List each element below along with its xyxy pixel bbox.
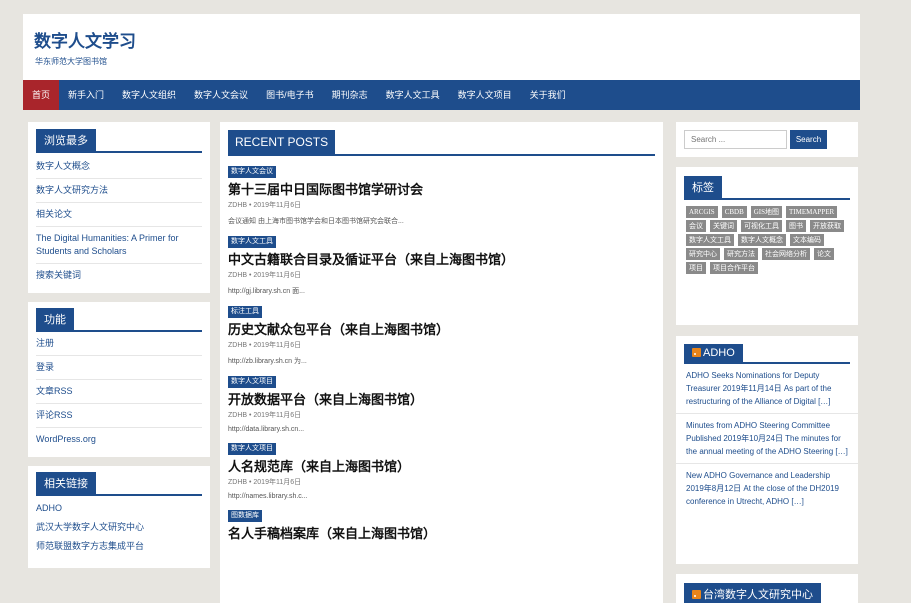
post-meta: ZDHB • 2019年11月6日 [228, 342, 302, 349]
list-item[interactable]: 武汉大学数字人文研究中心 [36, 518, 202, 537]
tag[interactable]: 项目合作平台 [710, 262, 758, 274]
nav-item-journals[interactable]: 期刊杂志 [323, 80, 377, 110]
post-category[interactable]: 数字人文会议 [228, 166, 276, 178]
widget-title: 功能 [36, 308, 74, 330]
list-item[interactable]: The Digital Humanities: A Primer for Stu… [36, 227, 202, 264]
widget-title: 浏览最多 [36, 129, 96, 151]
tag[interactable]: 关键词 [710, 220, 737, 232]
tag[interactable]: 研究中心 [686, 248, 720, 260]
post-excerpt: http://zb.library.sh.cn 为... [228, 358, 307, 365]
tag[interactable]: 会议 [686, 220, 706, 232]
post-item: 数字人文工具 中文古籍联合目录及循证平台（来自上海图书馆） ZDHB • 201… [220, 235, 663, 296]
list-item[interactable]: WordPress.org [36, 428, 202, 451]
list-item[interactable]: 数字人文研究方法 [36, 179, 202, 203]
tag-cloud: ARCGIS CBDB GIS地图 TIMEMAPPER 会议 关键词 可视化工… [676, 200, 858, 280]
nav-item-about[interactable]: 关于我们 [521, 80, 575, 110]
post-category[interactable]: 数字人文项目 [228, 376, 276, 388]
widget-divider [36, 494, 202, 496]
tag[interactable]: 论文 [814, 248, 834, 260]
list-item[interactable]: 评论RSS [36, 404, 202, 428]
nav-item-projects[interactable]: 数字人文项目 [449, 80, 521, 110]
post-meta: ZDHB • 2019年11月6日 [228, 412, 302, 419]
list-item[interactable]: 搜索关键词 [36, 264, 202, 287]
nav-item-tools[interactable]: 数字人文工具 [377, 80, 449, 110]
tag[interactable]: 图书 [786, 220, 806, 232]
site-header: 数字人文学习 华东师范大学图书馆 [23, 14, 860, 80]
tag[interactable]: 研究方法 [724, 248, 758, 260]
nav-item-beginner[interactable]: 新手入门 [59, 80, 113, 110]
post-title[interactable]: 中文古籍联合目录及循证平台（来自上海图书馆） [228, 251, 655, 268]
post-title[interactable]: 历史文献众包平台（来自上海图书馆） [228, 321, 655, 338]
widget-title: 相关链接 [36, 472, 96, 494]
post-title[interactable]: 人名规范库（来自上海图书馆） [228, 458, 655, 475]
nav-item-organizations[interactable]: 数字人文组织 [113, 80, 185, 110]
post-title[interactable]: 名人手稿档案库（来自上海图书馆） [228, 525, 655, 542]
nav-item-conferences[interactable]: 数字人文会议 [185, 80, 257, 110]
search-input[interactable] [684, 130, 787, 149]
post-category[interactable]: 标注工具 [228, 306, 262, 318]
widget-title: ADHO [684, 344, 743, 362]
rss-icon [692, 590, 701, 599]
feed-entry[interactable]: New ADHO Governance and Leadership 2019年… [676, 464, 858, 513]
tag[interactable]: 数字人文工具 [686, 234, 734, 246]
list-item[interactable]: ADHO [36, 499, 202, 518]
tag[interactable]: CBDB [721, 206, 747, 218]
post-meta: ZDHB • 2019年11月6日 [228, 479, 302, 486]
adho-feed-widget: ADHO ADHO Seeks Nominations for Deputy T… [676, 336, 858, 564]
list-item[interactable]: 数字人文概念 [36, 155, 202, 179]
post-item: 数字人文会议 第十三届中日国际图书馆学研讨会 ZDHB • 2019年11月6日… [220, 165, 663, 226]
recent-posts-panel: RECENT POSTS 数字人文会议 第十三届中日国际图书馆学研讨会 ZDHB… [220, 122, 663, 603]
related-links-widget: 相关链接 ADHO 武汉大学数字人文研究中心 师范联盟数字方志集成平台 [28, 466, 210, 568]
post-excerpt: http://names.library.sh.c... [228, 493, 308, 500]
post-item: 数字人文项目 人名规范库（来自上海图书馆） ZDHB • 2019年11月6日 … [220, 442, 663, 500]
post-category[interactable]: 数字人文工具 [228, 236, 276, 248]
widget-title: 标签 [684, 176, 722, 198]
list-item[interactable]: 注册 [36, 332, 202, 356]
tag[interactable]: GIS地图 [750, 206, 783, 218]
post-excerpt: 会议通知 由上海市图书馆学会和日本图书馆研究会联合... [228, 218, 404, 225]
post-meta: ZDHB • 2019年11月6日 [228, 202, 302, 209]
feed-entry[interactable]: ADHO Seeks Nominations for Deputy Treasu… [676, 364, 858, 414]
post-category[interactable]: 数字人文项目 [228, 443, 276, 455]
post-meta: ZDHB • 2019年11月6日 [228, 272, 302, 279]
tag[interactable]: ARCGIS [686, 206, 718, 218]
nav-item-books[interactable]: 图书/电子书 [257, 80, 323, 110]
list-item[interactable]: 师范联盟数字方志集成平台 [36, 537, 202, 556]
post-item: 图数据库 名人手稿档案库（来自上海图书馆） [220, 509, 663, 542]
tags-widget: 标签 ARCGIS CBDB GIS地图 TIMEMAPPER 会议 关键词 可… [676, 167, 858, 325]
site-title[interactable]: 数字人文学习 [34, 27, 136, 52]
nav-item-home[interactable]: 首页 [23, 80, 60, 110]
widget-divider [36, 151, 202, 153]
tag[interactable]: 文本编码 [790, 234, 824, 246]
post-category[interactable]: 图数据库 [228, 510, 262, 522]
most-viewed-widget: 浏览最多 数字人文概念 数字人文研究方法 相关论文 The Digital Hu… [28, 122, 210, 293]
tag[interactable]: 可视化工具 [741, 220, 782, 232]
post-title[interactable]: 第十三届中日国际图书馆学研讨会 [228, 181, 655, 198]
post-title[interactable]: 开放数据平台（来自上海图书馆） [228, 391, 655, 408]
post-excerpt: http://data.library.sh.cn... [228, 426, 305, 433]
tag[interactable]: 数字人文概念 [738, 234, 786, 246]
widget-title: 台湾数字人文研究中心 [684, 583, 821, 603]
site-subtitle: 华东师范大学图书馆 [35, 57, 107, 66]
rss-icon [692, 348, 701, 357]
list-item[interactable]: 文章RSS [36, 380, 202, 404]
list-item[interactable]: 登录 [36, 356, 202, 380]
list-item[interactable]: 相关论文 [36, 203, 202, 227]
search-button[interactable]: Search [790, 130, 827, 149]
feed-entry[interactable]: Minutes from ADHO Steering Committee Pub… [676, 414, 858, 464]
post-item: 数字人文项目 开放数据平台（来自上海图书馆） ZDHB • 2019年11月6日… [220, 375, 663, 433]
tag[interactable]: TIMEMAPPER [786, 206, 838, 218]
post-excerpt: http://gj.library.sh.cn 面... [228, 288, 305, 295]
taiwan-feed-widget: 台湾数字人文研究中心 [676, 574, 858, 603]
tag[interactable]: 社会网络分析 [762, 248, 810, 260]
tag[interactable]: 项目 [686, 262, 706, 274]
search-widget: Search [676, 122, 858, 157]
functions-widget: 功能 注册 登录 文章RSS 评论RSS WordPress.org [28, 302, 210, 457]
post-item: 标注工具 历史文献众包平台（来自上海图书馆） ZDHB • 2019年11月6日… [220, 305, 663, 366]
posts-divider [228, 154, 655, 156]
tag[interactable]: 开放获取 [810, 220, 844, 232]
recent-posts-heading: RECENT POSTS [228, 130, 336, 154]
main-nav: 首页 新手入门 数字人文组织 数字人文会议 图书/电子书 期刊杂志 数字人文工具… [23, 80, 860, 110]
